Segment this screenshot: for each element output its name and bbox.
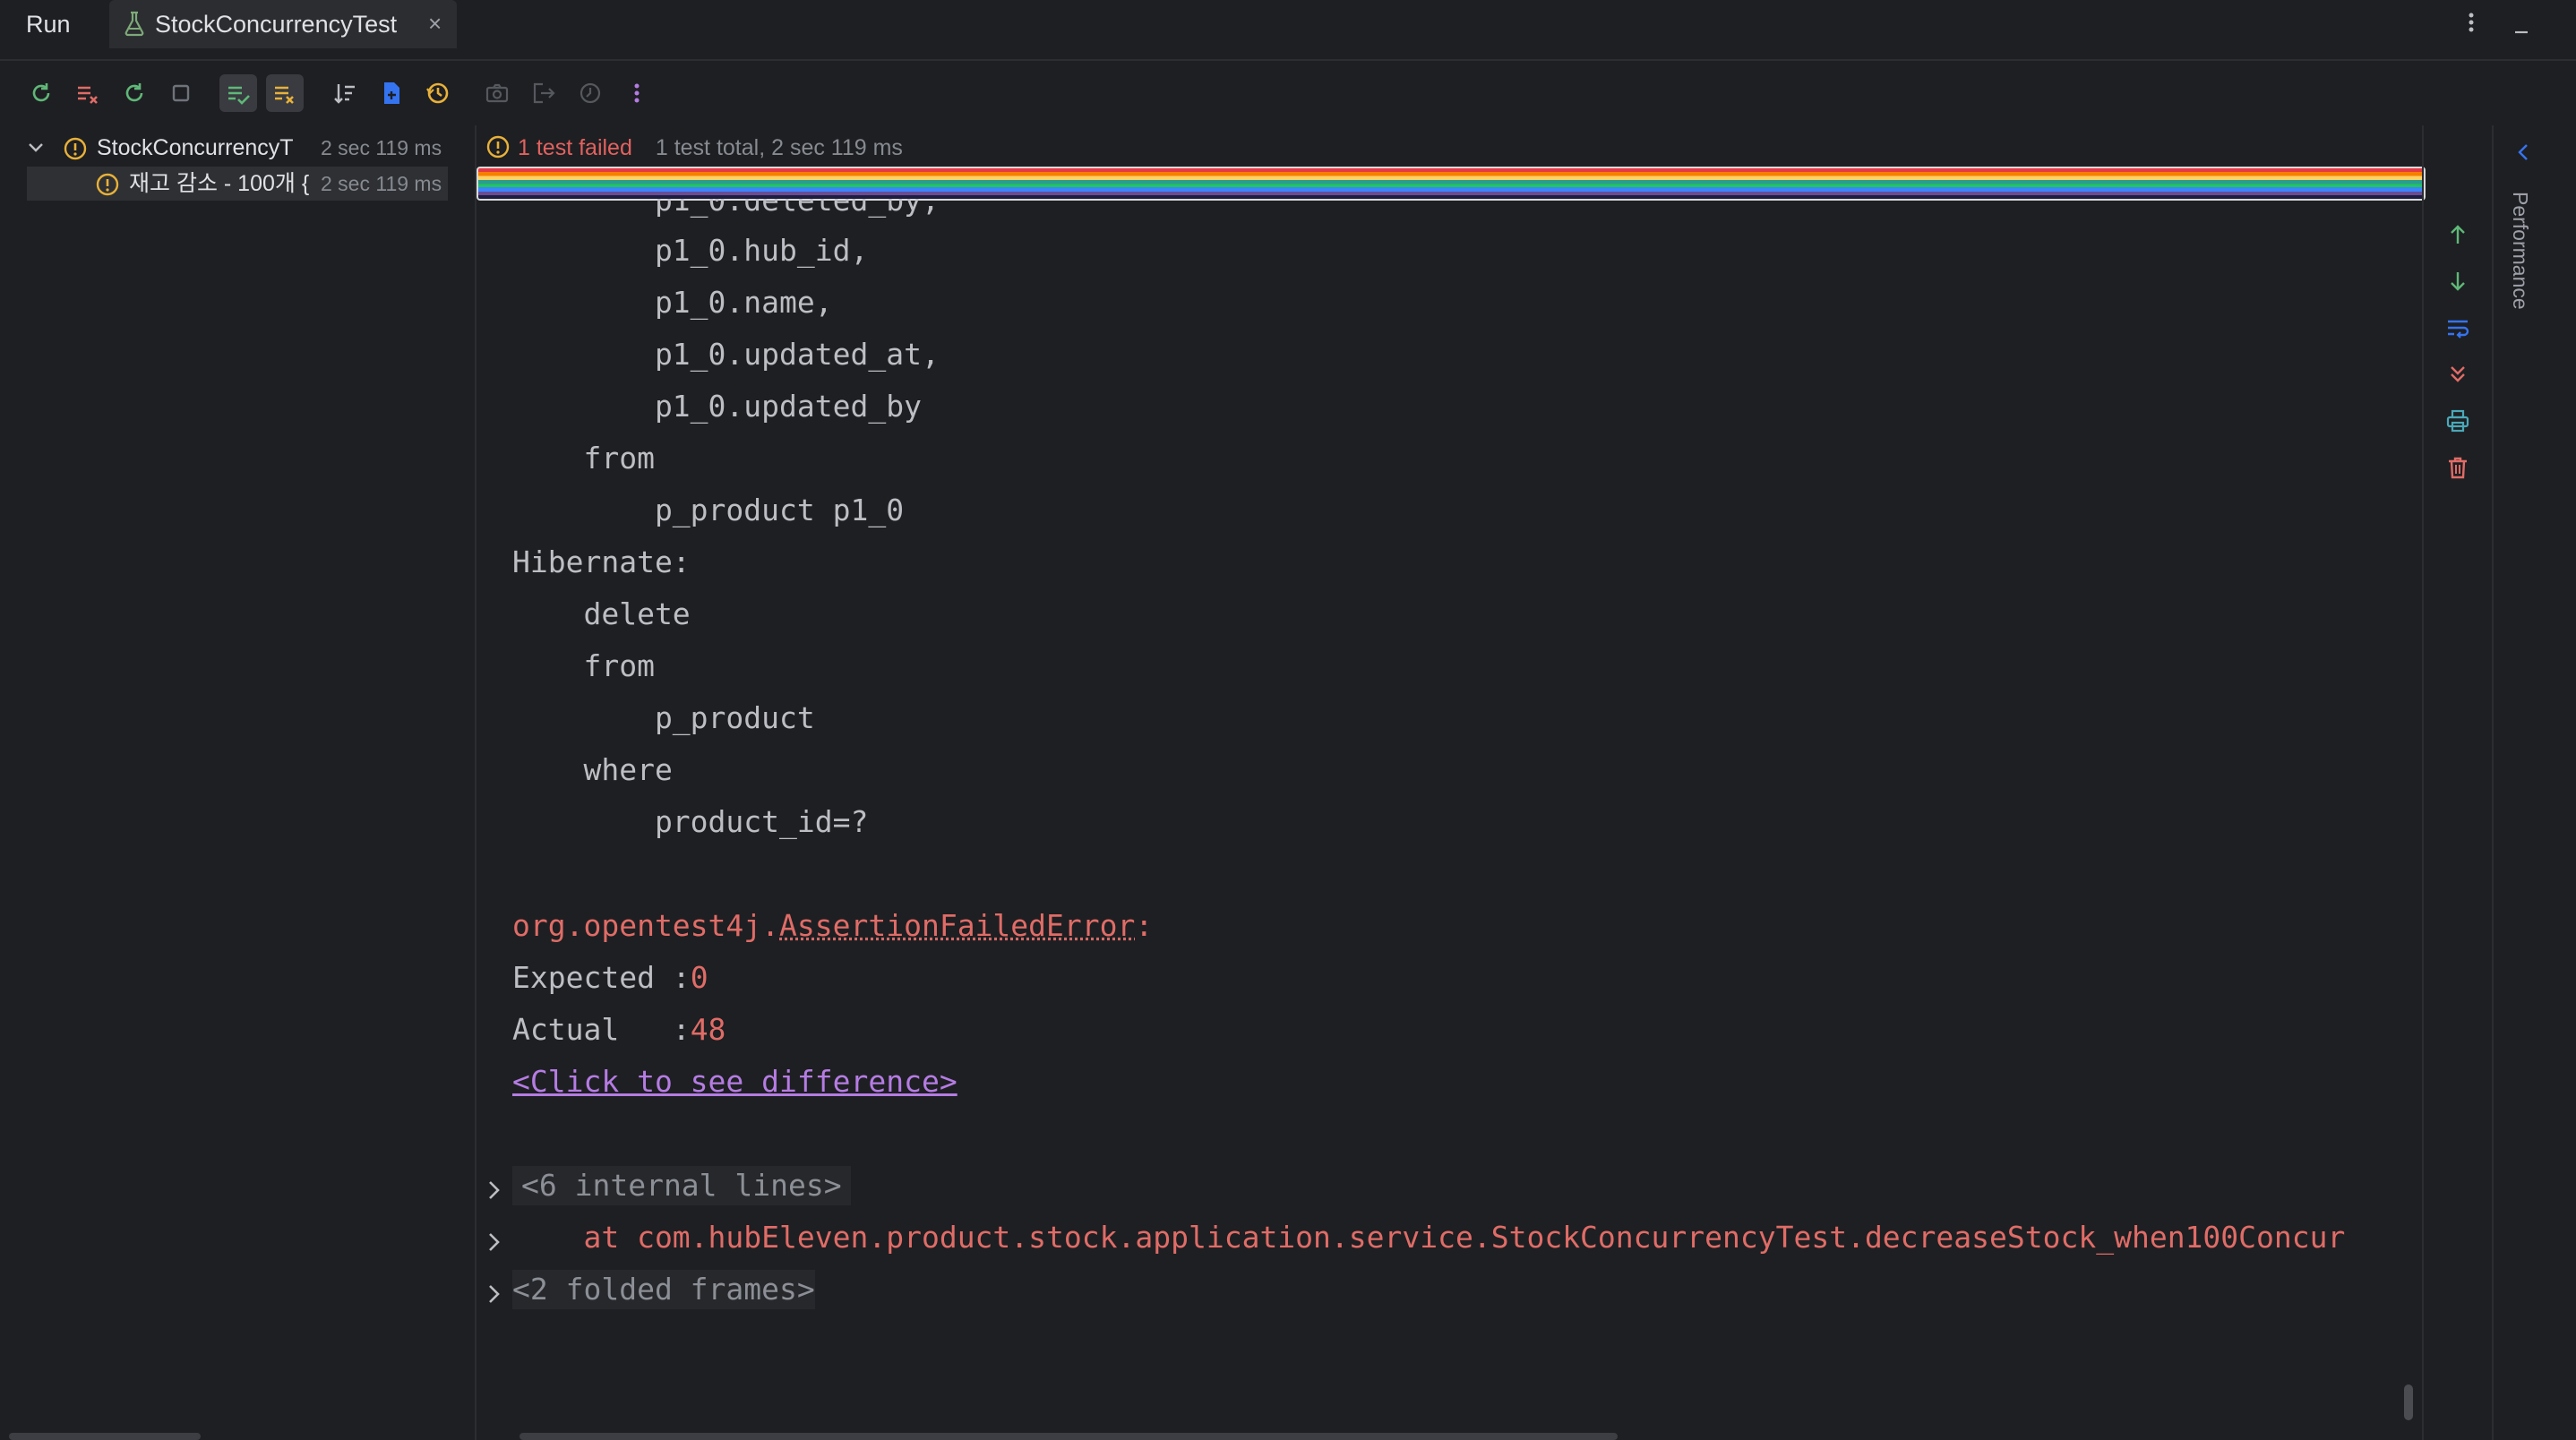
console-line: p1_0.hub_id, <box>512 231 868 270</box>
console-line: Hibernate: <box>512 543 708 582</box>
expected-label: Expected : <box>512 960 691 995</box>
console-line: p1_0.updated_by <box>512 387 922 426</box>
stop-icon[interactable] <box>165 77 197 109</box>
chevron-right-icon[interactable] <box>485 1179 503 1202</box>
history-icon[interactable] <box>422 77 454 109</box>
folded-frames-fold[interactable]: <2 folded frames> <box>512 1270 815 1309</box>
more-options-icon[interactable] <box>2458 9 2485 36</box>
internal-lines-fold[interactable]: <6 internal lines> <box>512 1166 851 1205</box>
console-line: p_product p1_0 <box>512 491 904 530</box>
warning-icon <box>63 136 88 161</box>
test-status-bar: 1 test failed 1 test total, 2 sec 119 ms <box>477 125 903 170</box>
tree-horizontal-scrollbar[interactable] <box>9 1433 201 1440</box>
console-line: p1_0.name, <box>512 283 833 322</box>
assertion-error-line: org.opentest4j.AssertionFailedError: <box>512 906 1171 946</box>
actual-line: Actual :48 <box>512 1010 726 1050</box>
actual-label: Actual : <box>512 1012 691 1047</box>
tree-row-root[interactable]: StockConcurrencyT 2 sec 119 ms <box>0 131 473 165</box>
tree-test-time: 2 sec 119 ms <box>321 167 442 201</box>
trash-icon[interactable] <box>2442 451 2474 484</box>
warning-icon <box>95 172 120 197</box>
console-line: p1_0.updated_at, <box>512 335 940 374</box>
test-tree-panel: StockConcurrencyT 2 sec 119 ms 재고 감소 - 1… <box>0 125 477 1440</box>
console-horizontal-scrollbar[interactable] <box>519 1433 1618 1440</box>
console-line: p1_0.deleted_by, <box>512 199 940 220</box>
show-passed-icon[interactable] <box>219 74 257 112</box>
test-flask-icon <box>122 10 147 37</box>
console-line: where <box>512 750 673 790</box>
rerun-icon[interactable] <box>25 77 57 109</box>
chevron-right-icon[interactable] <box>485 1230 503 1254</box>
console-vertical-scrollbar[interactable] <box>2404 1384 2413 1420</box>
clock-icon[interactable] <box>574 77 606 109</box>
stack-trace-line[interactable]: at com.hubEleven.product.stock.applicati… <box>512 1218 2345 1257</box>
status-failed-text: 1 test failed <box>518 135 632 160</box>
minimize-icon[interactable] <box>2508 11 2535 38</box>
performance-tool-tab[interactable]: Performance <box>2508 192 2532 310</box>
right-side-bar <box>2492 125 2576 1440</box>
arrow-down-icon[interactable] <box>2442 265 2474 297</box>
export-icon[interactable] <box>375 77 408 109</box>
scroll-to-end-icon[interactable] <box>2442 358 2474 390</box>
camera-icon[interactable] <box>481 77 513 109</box>
console-line: delete <box>512 595 708 634</box>
console-line: from <box>512 647 655 686</box>
see-difference-link[interactable]: <Click to see difference> <box>512 1062 957 1101</box>
test-progress-bar <box>477 167 2426 201</box>
tree-test-name: 재고 감소 - 100개 { <box>129 167 344 201</box>
exit-icon[interactable] <box>528 77 560 109</box>
rerun-failed-icon[interactable] <box>72 77 104 109</box>
show-ignored-icon[interactable] <box>266 74 304 112</box>
run-title: Run <box>26 11 71 38</box>
expected-line: Expected :0 <box>512 958 708 998</box>
console-line: product_id=? <box>512 802 868 842</box>
more-icon[interactable] <box>621 77 653 109</box>
soft-wrap-icon[interactable] <box>2442 312 2474 344</box>
arrow-up-icon[interactable] <box>2442 219 2474 251</box>
status-total-text: 1 test total, 2 sec 119 ms <box>656 135 903 160</box>
gutter-divider <box>2422 125 2424 1440</box>
warning-icon <box>485 134 511 159</box>
console-line: p_product <box>512 699 833 738</box>
actual-value: 48 <box>691 1012 726 1047</box>
sort-icon[interactable] <box>329 77 361 109</box>
chevron-left-icon[interactable] <box>2512 140 2534 165</box>
print-icon[interactable] <box>2442 405 2474 437</box>
error-prefix: org.opentest4j. <box>512 908 779 943</box>
chevron-right-icon[interactable] <box>485 1282 503 1306</box>
chevron-down-icon[interactable] <box>27 140 45 156</box>
error-suffix: : <box>1135 908 1171 943</box>
tree-root-time: 2 sec 119 ms <box>321 131 442 165</box>
tree-root-name: StockConcurrencyT <box>97 131 294 165</box>
tree-row-test[interactable]: 재고 감소 - 100개 { 2 sec 119 ms <box>27 167 448 201</box>
console-line: from <box>512 439 655 478</box>
close-tab-icon[interactable]: × <box>428 10 442 37</box>
tab-label: StockConcurrencyTest <box>155 11 397 38</box>
console-output[interactable]: p1_0.deleted_by, p1_0.hub_id, p1_0.name,… <box>478 199 2422 1435</box>
expected-value: 0 <box>691 960 708 995</box>
toggle-auto-test-icon[interactable] <box>118 77 150 109</box>
error-class-link[interactable]: AssertionFailedError <box>779 908 1135 943</box>
